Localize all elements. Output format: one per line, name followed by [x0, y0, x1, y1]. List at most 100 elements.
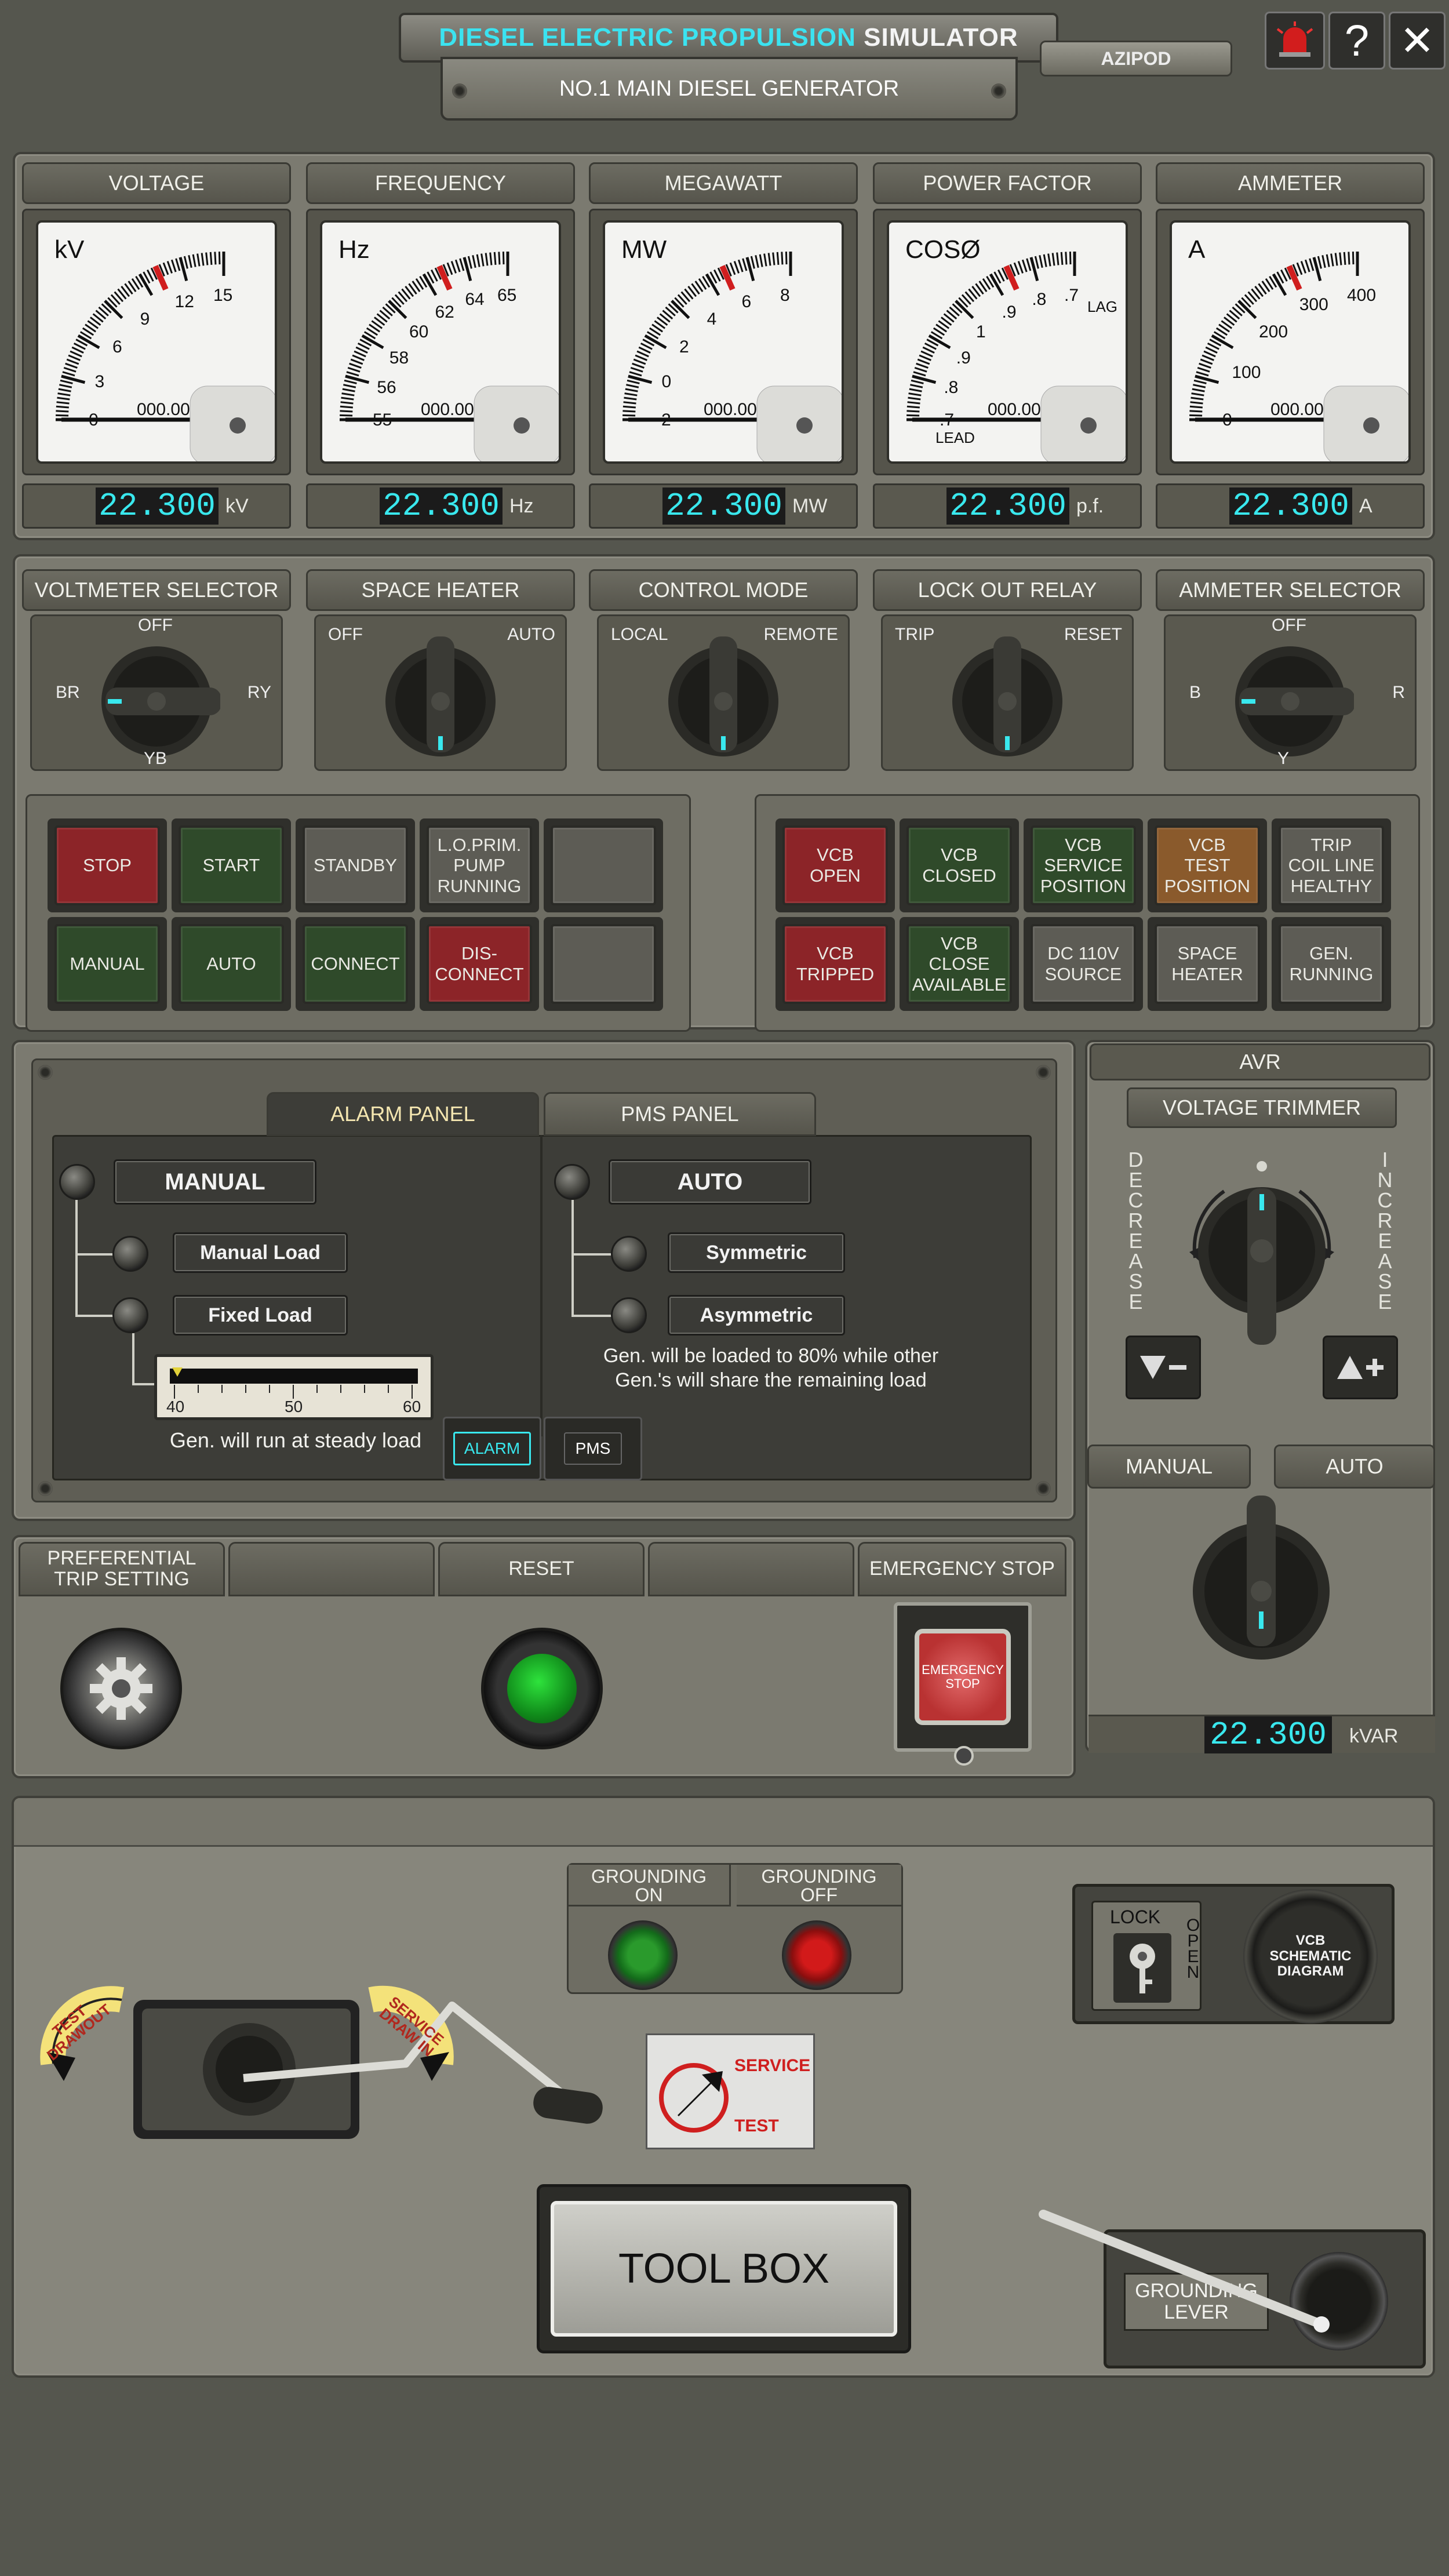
lock-key-icon[interactable]: [1113, 1933, 1171, 2003]
kvar-display: 22.300 kVAR: [1088, 1715, 1435, 1753]
indicator-lamp[interactable]: L.O.PRIM. PUMP RUNNING: [427, 825, 532, 905]
title-banner: DIESEL ELECTRIC PROPULSION SIMULATOR: [399, 13, 1058, 63]
indicator-lamp[interactable]: VCB TRIPPED: [782, 924, 888, 1004]
grounding-off-button[interactable]: [782, 1920, 851, 1990]
meter-readout: 22.300: [96, 487, 219, 525]
help-button[interactable]: ?: [1328, 12, 1385, 70]
auto-mode-button[interactable]: AUTO: [609, 1159, 811, 1205]
meter-tick-label: 15: [213, 286, 233, 305]
meter-tick-label: 55: [373, 410, 392, 430]
selector-label-right: REMOTE: [763, 625, 838, 644]
tool-box[interactable]: TOOL BOX: [537, 2184, 911, 2353]
meter-tick-label: 100: [1232, 362, 1261, 382]
avr-mode-knob[interactable]: [1186, 1496, 1337, 1664]
screw: [1036, 1481, 1051, 1496]
symmetric-button[interactable]: Symmetric: [668, 1232, 845, 1273]
indicator-lamp[interactable]: TRIP COIL LINE HEALTHY: [1279, 825, 1384, 905]
vcb-schematic-diagram-button[interactable]: VCB SCHEMATIC DIAGRAM: [1243, 1889, 1378, 2024]
indicator-lamp[interactable]: VCB OPEN: [782, 825, 888, 905]
connector-line: [75, 1200, 78, 1316]
indicator-lamp[interactable]: VCB CLOSE AVAILABLE: [906, 924, 1012, 1004]
reset-button[interactable]: [481, 1628, 603, 1749]
connector-line: [571, 1315, 612, 1317]
trimmer-decrease-button[interactable]: [1126, 1336, 1201, 1399]
analog-meter: Hz 55 56 58 60 62 64 65 000.00: [320, 220, 561, 464]
indicator-lamp[interactable]: CONNECT: [303, 924, 408, 1004]
connector-line: [571, 1200, 574, 1316]
selector-switch-3[interactable]: [944, 632, 1071, 759]
meter-title-1: FREQUENCY: [306, 162, 575, 204]
meter-title-4: AMMETER: [1156, 162, 1425, 204]
tab-pms-panel[interactable]: PMS PANEL: [544, 1092, 816, 1136]
close-button[interactable]: ✕: [1389, 12, 1446, 70]
asymmetric-button[interactable]: Asymmetric: [668, 1295, 845, 1336]
selector-title-2: CONTROL MODE: [589, 569, 858, 611]
manual-load-led[interactable]: [112, 1236, 148, 1272]
tab-alarm-panel[interactable]: ALARM PANEL: [267, 1092, 539, 1136]
selector-label-left: TRIP: [895, 625, 935, 644]
indicator-lamp[interactable]: START: [179, 825, 284, 905]
fixed-load-led[interactable]: [112, 1297, 148, 1333]
indicator-lamp[interactable]: VCB TEST POSITION: [1155, 825, 1260, 905]
scale-label-50: 50: [285, 1398, 303, 1416]
indicator-lamp[interactable]: [551, 924, 656, 1004]
voltage-trimmer-label: VOLTAGE TRIMMER: [1127, 1087, 1397, 1128]
grounding-on-button[interactable]: [608, 1920, 678, 1990]
indicator-lamp[interactable]: DIS- CONNECT: [427, 924, 532, 1004]
voltage-trimmer-knob[interactable]: [1172, 1159, 1352, 1351]
symmetric-led[interactable]: [611, 1236, 647, 1272]
load-scale[interactable]: 40 50 60: [154, 1354, 434, 1420]
meter-title-3: POWER FACTOR: [873, 162, 1142, 204]
asymmetric-led[interactable]: [611, 1297, 647, 1333]
rack-handle-assembly[interactable]: TEST DRAWOUT SERVICE DRAW IN: [23, 1982, 609, 2156]
grounding-off-label: GROUNDING OFF: [737, 1865, 901, 1906]
indicator-lamp[interactable]: STOP: [54, 825, 160, 905]
alarm-mode-button[interactable]: ALARM: [443, 1417, 541, 1480]
indicator-lamp[interactable]: VCB CLOSED: [906, 825, 1012, 905]
meter-readout: 22.300: [946, 487, 1069, 525]
indicator-lamp[interactable]: VCB SERVICE POSITION: [1031, 825, 1136, 905]
trimmer-increase-button[interactable]: [1323, 1336, 1398, 1399]
avr-auto-label: AUTO: [1274, 1445, 1435, 1489]
emergency-stop-button[interactable]: EMERGENCY STOP: [894, 1602, 1032, 1752]
indicator-lamp[interactable]: MANUAL: [54, 924, 160, 1004]
selector-switch-0[interactable]: [93, 632, 221, 759]
meter-unit: kV: [225, 494, 249, 517]
fixed-load-button[interactable]: Fixed Load: [173, 1295, 348, 1336]
alarm-light-icon[interactable]: [1265, 12, 1325, 70]
gear-icon: [90, 1657, 152, 1720]
indicator-lamp[interactable]: GEN. RUNNING: [1279, 924, 1384, 1004]
indicator-lamp[interactable]: SPACE HEATER: [1155, 924, 1260, 1004]
screw: [452, 83, 467, 99]
meter-tick-label: 9: [140, 310, 150, 329]
azipod-button[interactable]: AZIPOD: [1040, 41, 1232, 77]
manual-load-button[interactable]: Manual Load: [173, 1232, 348, 1273]
subtitle-text: NO.1 MAIN DIESEL GENERATOR: [559, 76, 900, 101]
connector-line: [75, 1253, 116, 1256]
meter-tick-label: 3: [94, 372, 105, 391]
auto-led[interactable]: [554, 1164, 590, 1200]
meter-title-0: VOLTAGE: [22, 162, 291, 204]
indicator-lamp[interactable]: AUTO: [179, 924, 284, 1004]
meter-unit: A: [1359, 494, 1372, 517]
indicator-lamp[interactable]: STANDBY: [303, 825, 408, 905]
grounding-on-label: GROUNDING ON: [569, 1865, 731, 1906]
meter-tick-label: 0: [89, 410, 99, 430]
selector-switch-4[interactable]: [1226, 632, 1355, 759]
service-test-position-indicator: SERVICE TEST: [646, 2033, 815, 2149]
meter-face-unit: MW: [621, 235, 667, 264]
preferential-trip-gear-button[interactable]: [60, 1628, 182, 1749]
manual-mode-button[interactable]: MANUAL: [114, 1159, 316, 1205]
manual-led[interactable]: [59, 1164, 95, 1200]
vcb-lock-panel: LOCK OPEN VCB SCHEMATIC DIAGRAM: [1072, 1884, 1395, 2024]
indicator-lamp[interactable]: [551, 825, 656, 905]
selector-switch-1[interactable]: [377, 632, 504, 759]
decrease-label: DECREASE: [1124, 1148, 1148, 1310]
indicator-lamp[interactable]: DC 110V SOURCE: [1031, 924, 1136, 1004]
meter-readout: 22.300: [1229, 487, 1352, 525]
meter-tick-label: 300: [1299, 295, 1328, 315]
grounding-lever-handle[interactable]: [1032, 2197, 1356, 2342]
cubicle-top-strip: [14, 1798, 1433, 1847]
selector-switch-2[interactable]: [660, 632, 787, 759]
pms-mode-button[interactable]: PMS: [544, 1417, 642, 1480]
